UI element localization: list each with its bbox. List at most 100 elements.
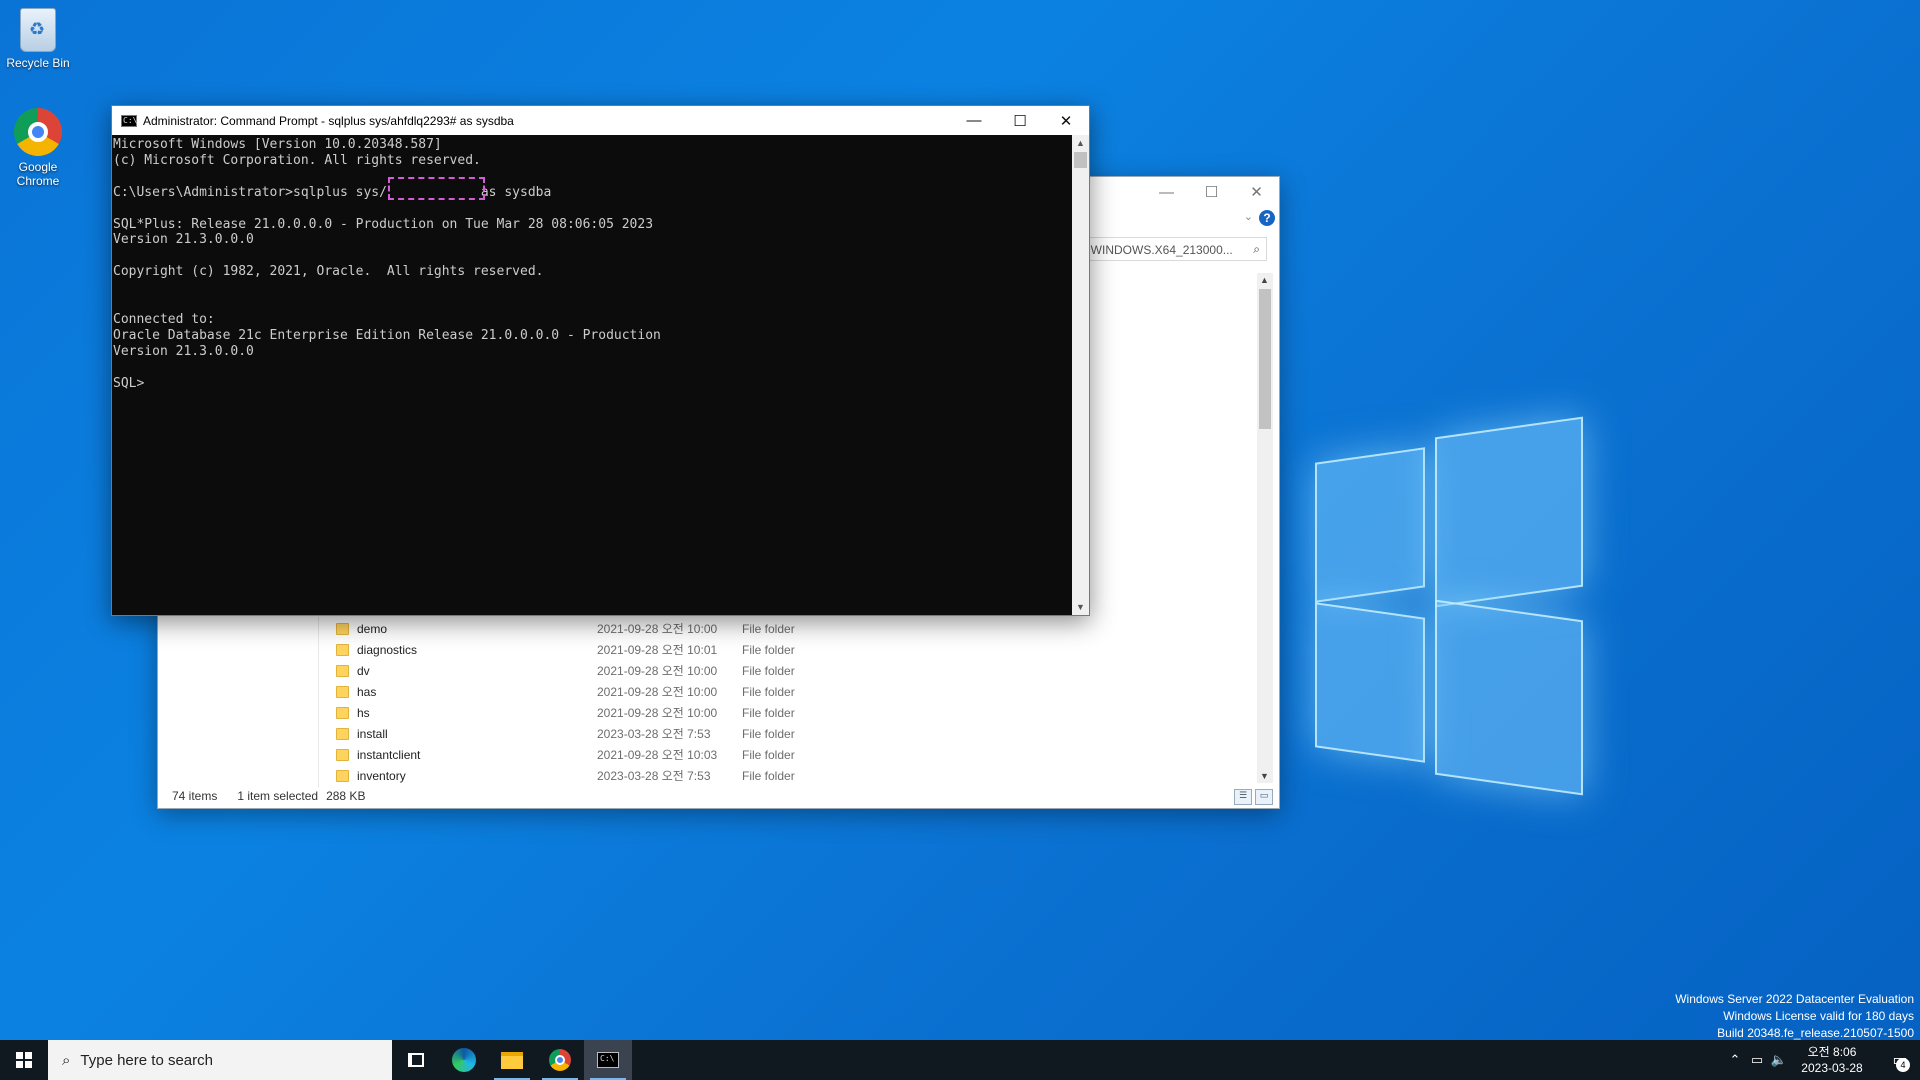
task-view-button[interactable] xyxy=(392,1040,440,1080)
chrome-label: Google Chrome xyxy=(16,160,60,188)
scrollbar-thumb[interactable] xyxy=(1074,152,1087,168)
network-icon[interactable]: ▭ xyxy=(1746,1052,1768,1068)
file-type: File folder xyxy=(742,684,795,699)
recycle-bin-icon xyxy=(20,8,56,52)
file-row[interactable]: hs 2021-09-28 오전 10:00 File folder xyxy=(336,702,795,723)
windows-logo-wallpaper xyxy=(1275,405,1583,796)
file-name: has xyxy=(357,684,377,699)
file-type: File folder xyxy=(742,705,795,720)
large-icons-view-icon[interactable]: ▭ xyxy=(1255,789,1273,805)
file-row[interactable]: has 2021-09-28 오전 10:00 File folder xyxy=(336,681,795,702)
clock-date: 2023-03-28 xyxy=(1801,1061,1863,1075)
scroll-up-icon[interactable]: ▲ xyxy=(1260,275,1269,285)
edge-icon xyxy=(452,1048,476,1072)
chrome-icon xyxy=(14,108,62,156)
file-explorer-taskbar-button[interactable] xyxy=(488,1040,536,1080)
file-type: File folder xyxy=(742,768,795,783)
system-tray: ⌃ ▭ 🔈 오전 8:06 2023-03-28 ▭ 4 xyxy=(1724,1040,1920,1080)
cmd-window-controls: — ☐ ✕ xyxy=(951,106,1089,135)
folder-icon xyxy=(336,727,349,740)
cmd-console[interactable]: Microsoft Windows [Version 10.0.20348.58… xyxy=(112,135,1089,615)
chevron-up-icon[interactable]: ⌃ xyxy=(1724,1052,1746,1068)
file-row[interactable]: inventory 2023-03-28 오전 7:53 File folder xyxy=(336,765,795,786)
file-row[interactable]: install 2023-03-28 오전 7:53 File folder xyxy=(336,723,795,744)
command-prompt-icon: C:\ xyxy=(597,1052,619,1068)
file-type: File folder xyxy=(742,726,795,741)
file-name: install xyxy=(357,726,388,741)
explorer-window-controls: — ☐ ✕ xyxy=(1144,177,1279,207)
command-prompt-taskbar-button[interactable]: C:\ xyxy=(584,1040,632,1080)
file-name: inventory xyxy=(357,768,406,783)
explorer-maximize-button[interactable]: ☐ xyxy=(1189,177,1234,207)
cmd-scrollbar[interactable]: ▲ ▼ xyxy=(1072,135,1089,615)
folder-icon xyxy=(336,643,349,656)
cmd-maximize-button[interactable]: ☐ xyxy=(997,106,1043,135)
command-prompt-window: C:\ Administrator: Command Prompt - sqlp… xyxy=(111,105,1090,616)
file-type: File folder xyxy=(742,642,795,657)
task-view-icon xyxy=(408,1053,424,1067)
file-type: File folder xyxy=(742,621,795,636)
scroll-down-icon[interactable]: ▼ xyxy=(1076,602,1085,612)
action-center-button[interactable]: ▭ 4 xyxy=(1880,1040,1920,1080)
file-name: instantclient xyxy=(357,747,421,762)
file-date: 2021-09-28 오전 10:00 xyxy=(597,622,718,636)
help-icon[interactable]: ? xyxy=(1259,210,1275,226)
ribbon-expand-chevron-icon[interactable]: ⌄ xyxy=(1244,210,1253,223)
folder-icon xyxy=(336,769,349,782)
file-date: 2023-03-28 오전 7:53 xyxy=(597,769,711,783)
chrome-taskbar-button[interactable] xyxy=(536,1040,584,1080)
folder-icon xyxy=(336,664,349,677)
windows-start-icon xyxy=(16,1052,32,1068)
scroll-down-icon[interactable]: ▼ xyxy=(1260,771,1269,781)
search-icon: ⌕ xyxy=(62,1051,71,1069)
file-date: 2021-09-28 오전 10:03 xyxy=(597,748,718,762)
file-name: hs xyxy=(357,705,370,720)
taskbar-search-input[interactable]: ⌕ Type here to search xyxy=(48,1040,392,1080)
selection-count: 1 item selected xyxy=(237,789,319,803)
cmd-close-button[interactable]: ✕ xyxy=(1043,106,1089,135)
file-row[interactable]: instantclient 2021-09-28 오전 10:03 File fol… xyxy=(336,744,795,765)
scroll-up-icon[interactable]: ▲ xyxy=(1076,138,1085,148)
file-list: demo 2021-09-28 오전 10:00 File folder diagn… xyxy=(336,618,795,786)
file-explorer-icon xyxy=(501,1051,523,1069)
file-type: File folder xyxy=(742,663,795,678)
file-date: 2021-09-28 오전 10:00 xyxy=(597,664,718,678)
folder-icon xyxy=(336,706,349,719)
scrollbar-thumb[interactable] xyxy=(1259,289,1271,429)
chrome-icon xyxy=(549,1049,571,1071)
file-date: 2021-09-28 오전 10:01 xyxy=(597,643,718,657)
file-row[interactable]: demo 2021-09-28 오전 10:00 File folder xyxy=(336,618,795,639)
explorer-minimize-button[interactable]: — xyxy=(1144,177,1189,207)
selection-size: 288 KB xyxy=(326,789,366,803)
folder-icon xyxy=(336,685,349,698)
folder-icon xyxy=(336,622,349,635)
folder-icon xyxy=(336,748,349,761)
file-name: demo xyxy=(357,621,388,636)
cmd-minimize-button[interactable]: — xyxy=(951,106,997,135)
file-row[interactable]: dv 2021-09-28 오전 10:00 File folder xyxy=(336,660,795,681)
view-toggle: ☰ ▭ xyxy=(1234,789,1273,805)
desktop-icon-recycle-bin[interactable]: Recycle Bin xyxy=(0,8,76,70)
explorer-status-bar: 74 items 1 item selected 288 KB xyxy=(158,784,1279,808)
clock[interactable]: 오전 8:06 2023-03-28 xyxy=(1796,1044,1868,1076)
details-view-icon[interactable]: ☰ xyxy=(1234,789,1252,805)
file-row[interactable]: diagnostics 2021-09-28 오전 10:01 File folde… xyxy=(336,639,795,660)
explorer-close-button[interactable]: ✕ xyxy=(1234,177,1279,207)
cmd-window-title: Administrator: Command Prompt - sqlplus … xyxy=(143,113,514,128)
file-name: diagnostics xyxy=(357,642,418,657)
command-prompt-icon: C:\ xyxy=(121,114,138,127)
edge-taskbar-button[interactable] xyxy=(440,1040,488,1080)
recycle-bin-label: Recycle Bin xyxy=(6,56,70,70)
desktop-icon-google-chrome[interactable]: Google Chrome xyxy=(0,108,76,188)
start-button[interactable] xyxy=(0,1040,48,1080)
taskbar: ⌕ Type here to search C:\ ⌃ ▭ 🔈 오전 8:06 … xyxy=(0,1040,1920,1080)
file-date: 2023-03-28 오전 7:53 xyxy=(597,727,711,741)
file-type: File folder xyxy=(742,747,795,762)
volume-muted-icon[interactable]: 🔈 xyxy=(1768,1052,1790,1068)
file-date: 2021-09-28 오전 10:00 xyxy=(597,685,718,699)
explorer-scrollbar[interactable]: ▲ ▼ xyxy=(1257,273,1273,783)
cmd-title-bar[interactable]: C:\ Administrator: Command Prompt - sqlp… xyxy=(112,106,1089,135)
item-count: 74 items xyxy=(172,789,218,803)
navigation-pane-divider xyxy=(318,617,319,787)
taskbar-search-placeholder: Type here to search xyxy=(80,1051,213,1069)
